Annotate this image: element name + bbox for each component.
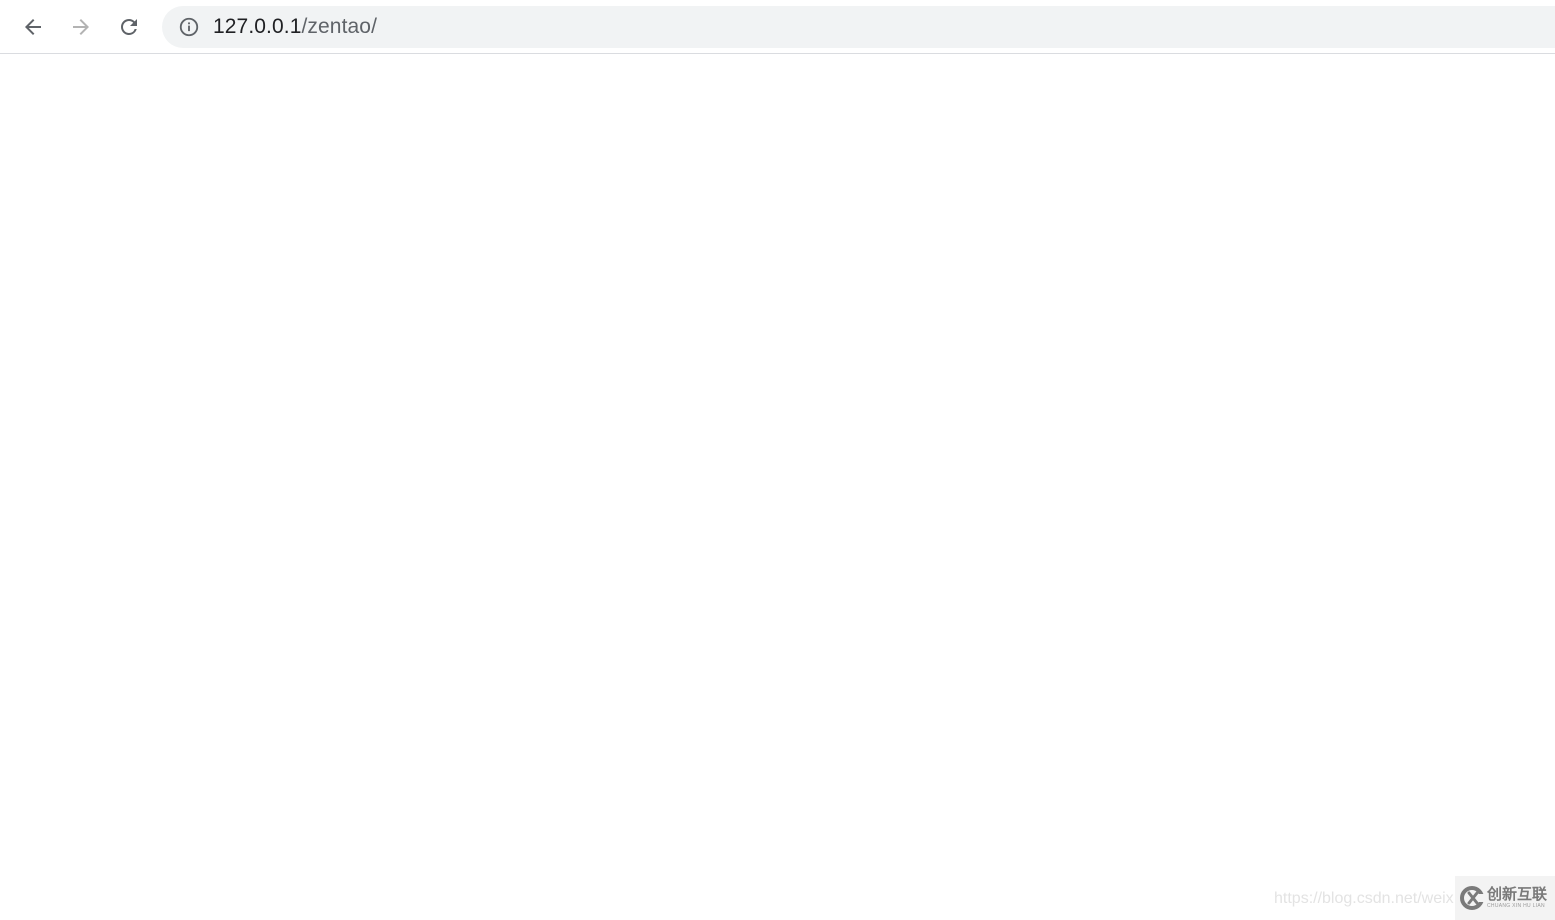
- address-bar[interactable]: 127.0.0.1/zentao/: [162, 6, 1555, 48]
- watermark-text: https://blog.csdn.net/weixi: [1274, 890, 1454, 907]
- arrow-left-icon: [25, 19, 41, 35]
- url-text[interactable]: 127.0.0.1/zentao/: [213, 6, 377, 48]
- reload-icon: [121, 19, 137, 35]
- logo-cn-text: 创新互联: [1487, 885, 1548, 903]
- browser-toolbar: 127.0.0.1/zentao/: [0, 0, 1555, 54]
- arrow-right-icon: [73, 19, 89, 35]
- forward-button[interactable]: [61, 7, 101, 47]
- page-content: [0, 55, 1555, 920]
- watermark-logo: 创新互联 CHUANG XIN HU LIAN: [1455, 876, 1555, 920]
- logo-en-text: CHUANG XIN HU LIAN: [1487, 903, 1545, 909]
- brand-logo-icon: [1460, 886, 1485, 910]
- url-host: 127.0.0.1: [213, 15, 302, 38]
- back-button[interactable]: [13, 7, 53, 47]
- reload-button[interactable]: [109, 7, 149, 47]
- url-path: /zentao/: [301, 15, 378, 38]
- info-icon[interactable]: [178, 16, 200, 38]
- logo-text: 创新互联 CHUANG XIN HU LIAN: [1487, 887, 1547, 909]
